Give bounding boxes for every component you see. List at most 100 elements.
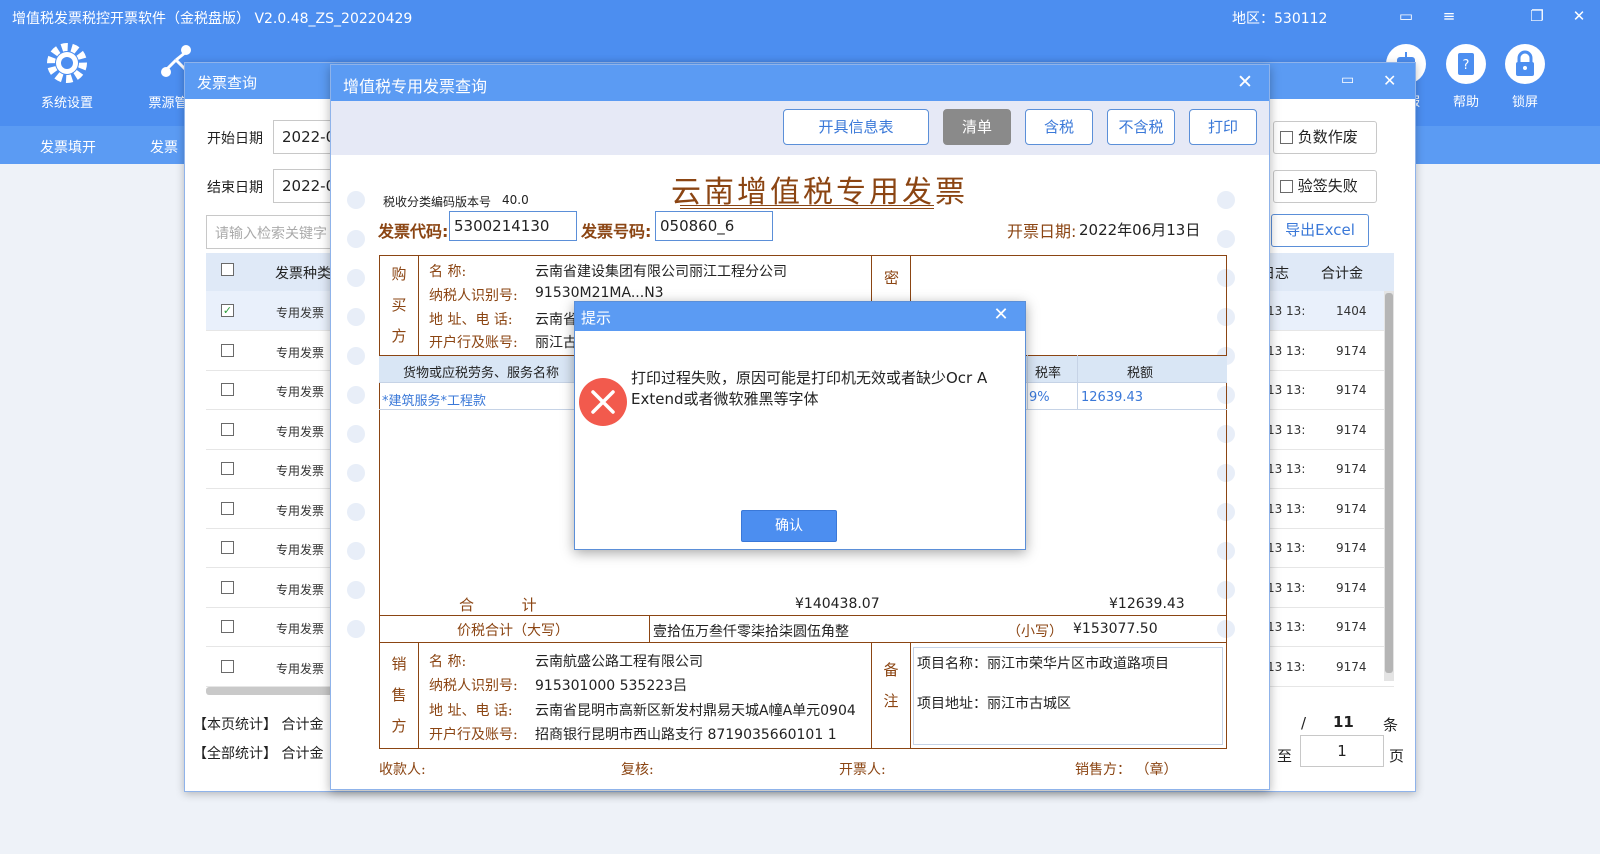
invoice-date-value: 2022年06月13日 — [1079, 221, 1201, 239]
print-button[interactable]: 打印 — [1189, 109, 1257, 145]
row-checkbox[interactable] — [221, 659, 234, 673]
row-amount: 9174 — [1336, 343, 1367, 358]
list-button[interactable]: 清单 — [943, 109, 1011, 145]
seller-taxid: 915301000 535223吕 — [535, 678, 688, 694]
help-button[interactable]: ? 帮助 — [1436, 40, 1496, 110]
negative-void-filter[interactable]: 负数作废 — [1273, 121, 1377, 154]
buyer-bank-label: 开户行及账号: — [429, 335, 518, 351]
subnav-invoice-query[interactable]: 发票 — [150, 137, 178, 157]
seller-bank: 招商银行昆明市西山路支行 8719035660101 1 — [535, 727, 837, 743]
lock-icon — [1505, 44, 1545, 84]
row-invoice-type: 专用发票 — [276, 661, 325, 676]
row-invoice-type: 专用发票 — [276, 306, 325, 320]
row-checkbox[interactable]: ✓ — [221, 304, 234, 317]
item-name[interactable]: *建筑服务*工程款 — [382, 390, 486, 409]
row-checkbox[interactable] — [221, 462, 234, 475]
goods-column-header: 货物或应税劳务、服务名称 — [403, 366, 560, 381]
row-invoice-type: 专用发票 — [276, 385, 325, 399]
lock-button[interactable]: 锁屏 — [1495, 40, 1555, 110]
row-amount: 9174 — [1336, 383, 1367, 397]
tax-included-button[interactable]: 含税 — [1025, 109, 1093, 145]
region-label: 地区：530112 — [1232, 11, 1328, 27]
invoice-close-icon[interactable]: ✕ — [1237, 71, 1253, 93]
row-checkbox[interactable] — [221, 383, 234, 396]
end-date-input[interactable]: 2022-0 — [273, 169, 333, 203]
page-unit: 页 — [1389, 747, 1405, 765]
svg-text:?: ? — [1463, 58, 1470, 73]
sum-label: 合 计 — [459, 596, 537, 614]
buyer-taxid-label: 纳税人识别号: — [429, 288, 518, 304]
paper-hole — [347, 230, 365, 248]
sign-fail-filter[interactable]: 验签失败 — [1273, 170, 1377, 203]
seller-sign-label: 销售方： （章） — [1075, 762, 1178, 778]
invoice-query-title: 发票查询 — [197, 74, 258, 92]
row-amount: 9174 — [1336, 462, 1367, 476]
item-tax[interactable]: 12639.43 — [1081, 390, 1143, 405]
confirm-button[interactable]: 确认 — [741, 510, 837, 542]
goto-page-input[interactable]: 1 — [1300, 735, 1384, 767]
buyer-name: 云南省建设集团有限公司丽江工程分公司 — [535, 264, 787, 280]
row-amount: 9174 — [1336, 422, 1367, 437]
tax-excluded-button[interactable]: 不含税 — [1107, 109, 1175, 145]
row-checkbox[interactable] — [221, 343, 234, 357]
remark-project-name: 项目名称：丽江市荣华片区市政道路项目 — [917, 656, 1169, 672]
row-invoice-type: 专用发票 — [276, 345, 325, 360]
start-date-input[interactable]: 2022-0 — [273, 120, 333, 154]
seller-name-label: 名 称: — [429, 654, 467, 670]
info-table-button[interactable]: 开具信息表 — [783, 109, 929, 145]
page-stat-label: 【本页统计】 合计金 — [193, 717, 324, 733]
invoice-code-field[interactable]: 5300214130 — [449, 211, 577, 241]
search-input[interactable]: 请输入检索关键字 — [206, 215, 336, 249]
dialog-close-icon[interactable]: ✕ — [989, 304, 1013, 325]
rate-divider — [1027, 355, 1028, 409]
remark-project-address: 项目地址：丽江市古城区 — [917, 696, 1071, 712]
seller-name: 云南航盛公路工程有限公司 — [535, 654, 703, 670]
sign-fail-checkbox[interactable] — [1280, 180, 1293, 193]
app-close-icon[interactable]: ✕ — [1568, 7, 1590, 27]
seller-address: 云南省昆明市高新区新发村鼎易天城A幢A单元0904 — [535, 703, 856, 719]
select-all-checkbox[interactable] — [221, 263, 234, 276]
negative-void-checkbox[interactable] — [1280, 131, 1293, 144]
row-invoice-type: 专用发票 — [276, 464, 325, 478]
row-checkbox[interactable] — [221, 620, 234, 633]
restore-icon[interactable]: ❐ — [1526, 7, 1548, 27]
menu-icon[interactable]: ≡ — [1438, 7, 1460, 27]
system-settings-button[interactable]: 系统设置 — [22, 40, 112, 111]
invoice-number-field[interactable]: 050860_6 — [655, 211, 773, 241]
invoice-code-label: 发票代码: — [378, 222, 449, 241]
records-unit: 条 — [1383, 716, 1399, 734]
row-invoice-type: 专用发票 — [276, 424, 325, 439]
seller-address-label: 地 址、电 话: — [429, 703, 513, 719]
lock-label: 锁屏 — [1511, 95, 1538, 110]
row-checkbox[interactable] — [221, 580, 234, 594]
export-excel-button[interactable]: 导出Excel — [1271, 214, 1369, 247]
minimize-icon[interactable]: ▭ — [1341, 72, 1354, 88]
buyer-name-label: 名 称: — [429, 264, 467, 280]
row-checkbox[interactable] — [221, 541, 234, 554]
total-words-label: 价税合计（大写） — [457, 623, 569, 639]
row-checkbox[interactable] — [221, 422, 234, 436]
reviewer-label: 复核: — [621, 762, 654, 778]
message-icon[interactable]: ▭ — [1395, 7, 1417, 27]
tax-column-header: 税额 — [1127, 366, 1154, 381]
seller-bank-label: 开户行及账号: — [429, 727, 518, 743]
column-type-header: 发票种类 — [275, 266, 331, 282]
subnav-invoice-fill[interactable]: 发票填开 — [40, 137, 96, 157]
item-rate[interactable]: 9% — [1029, 390, 1050, 405]
row-amount: 1404 — [1336, 304, 1367, 318]
column-total-header: 合计金 — [1321, 266, 1363, 282]
goto-label: 至 — [1277, 747, 1293, 765]
query-close-icon[interactable]: ✕ — [1383, 71, 1396, 90]
paper-hole — [347, 620, 365, 638]
paper-hole — [347, 542, 365, 560]
total-small-label: （小写） — [1007, 624, 1063, 640]
row-checkbox[interactable] — [221, 501, 234, 515]
row-invoice-type: 专用发票 — [276, 543, 325, 557]
sign-fail-label: 验签失败 — [1297, 177, 1358, 195]
version-label: 税收分类编码版本号 — [383, 195, 492, 209]
paper-hole — [1217, 191, 1235, 209]
table-scrollbar-thumb[interactable] — [1385, 293, 1393, 673]
start-date-label: 开始日期 — [207, 131, 263, 147]
row-amount: 9174 — [1336, 501, 1367, 516]
seller-taxid-label: 纳税人识别号: — [429, 678, 518, 694]
